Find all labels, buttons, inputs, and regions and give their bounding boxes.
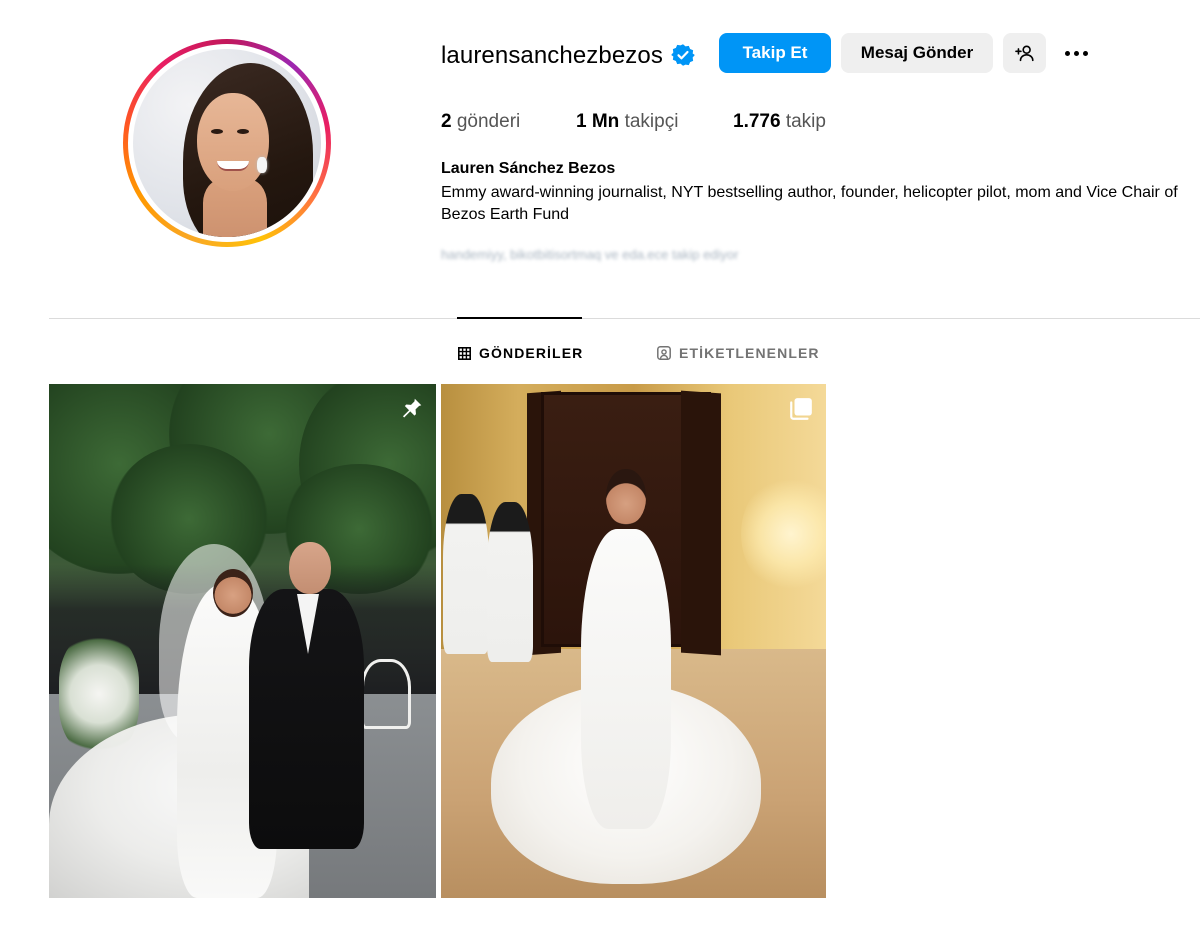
tab-tagged[interactable]: ETİKETLENENLER [657, 343, 820, 363]
tagged-user-icon [657, 346, 671, 360]
active-tab-indicator [457, 317, 582, 319]
carousel-icon [790, 398, 812, 420]
post-thumbnail-1[interactable] [49, 384, 436, 898]
tab-posts-label: GÖNDERİLER [479, 345, 584, 361]
grid-icon [458, 346, 471, 360]
followers-count: 1 Mn [576, 111, 620, 132]
followers-stat[interactable]: 1 Mn takipçi [576, 111, 678, 133]
followed-by-text[interactable]: handemiyy, bikotbitisortmaq ve eda.ece t… [441, 247, 738, 262]
more-options-icon[interactable] [1060, 38, 1092, 68]
profile-bio: Emmy award-winning journalist, NYT bests… [441, 184, 1178, 223]
following-label: takip [785, 111, 826, 132]
profile-full-name: Lauren Sánchez Bezos [441, 160, 616, 177]
send-message-button[interactable]: Mesaj Gönder [841, 33, 993, 73]
profile-avatar [133, 49, 321, 237]
pin-icon [402, 398, 422, 418]
person-plus-icon [1014, 45, 1034, 62]
follow-button[interactable]: Takip Et [719, 33, 831, 73]
posts-stat: 2 gönderi [441, 111, 520, 133]
profile-username: laurensanchezbezos [441, 42, 663, 69]
tabs-divider [49, 318, 1200, 319]
tab-tagged-label: ETİKETLENENLER [679, 345, 820, 361]
following-count: 1.776 [733, 111, 781, 132]
tab-posts[interactable]: GÖNDERİLER [458, 343, 583, 363]
followers-label: takipçi [624, 111, 679, 132]
profile-avatar-ring[interactable] [123, 39, 331, 247]
following-stat[interactable]: 1.776 takip [733, 111, 826, 133]
verified-badge-icon [671, 44, 695, 66]
suggest-similar-button[interactable] [1003, 33, 1046, 73]
post-thumbnail-2[interactable] [441, 384, 826, 898]
posts-count: 2 [441, 111, 452, 132]
posts-label: gönderi [456, 111, 521, 132]
